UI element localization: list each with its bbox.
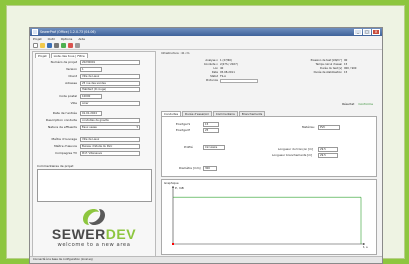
comment-textarea[interactable] bbox=[37, 169, 152, 202]
effluent-select[interactable]: Eaux usées bbox=[80, 125, 140, 130]
profile-select[interactable]: Circulaire bbox=[203, 145, 225, 150]
field-row: Numéro de projet 20230001 bbox=[33, 60, 155, 65]
field-label: Maître d'ouvrage bbox=[51, 137, 77, 141]
field-row: Client Ville de Lieux bbox=[33, 74, 155, 79]
analysis-info: Analyse n1 (27/60) Conduite n 2(27S / 202… bbox=[188, 59, 258, 83]
tab-liste[interactable]: Liste des tous | Filtre bbox=[50, 53, 88, 58]
delete-icon[interactable] bbox=[68, 43, 73, 48]
field-row: Adresse 25 rue des sondes bbox=[33, 81, 155, 86]
field-row: Habitant (R rouge) bbox=[33, 87, 155, 92]
project-number-input[interactable]: 20230001 bbox=[80, 60, 140, 65]
field-label: Client bbox=[68, 74, 77, 78]
field-row: Maître d'œuvre Bureau d'étude du Parc bbox=[33, 144, 155, 149]
field-label: Version bbox=[65, 67, 77, 71]
ecartgal-e-label: Ecartgal E bbox=[176, 128, 191, 132]
settings-icon[interactable] bbox=[75, 43, 80, 48]
version-input[interactable]: 1 bbox=[80, 67, 102, 72]
maximize-button[interactable]: □ bbox=[363, 29, 371, 35]
material-select[interactable]: PVC bbox=[318, 125, 340, 130]
field-row: Version 1 bbox=[33, 67, 155, 72]
param-panel: Ecartgal S 15 Ecartgal E 25 Profilé Circ… bbox=[161, 116, 377, 177]
field-row: Compagnie TV Prof. Villeneuve bbox=[33, 151, 155, 156]
comment-label: Commentaires de projet bbox=[37, 164, 74, 168]
field-label: Description conduite bbox=[45, 118, 77, 122]
graph-panel: Graphique P, mB t, s bbox=[161, 179, 377, 255]
brand-name: SEWERDEV bbox=[51, 226, 137, 242]
ecartgal-e-input[interactable]: 25 bbox=[203, 128, 219, 133]
brand-tagline: welcome to a new area bbox=[57, 242, 131, 248]
infra-label: Infrastructure : 41 cm bbox=[161, 52, 190, 55]
new-icon[interactable] bbox=[33, 43, 38, 48]
y-axis-arrow bbox=[172, 186, 174, 188]
field-row: Maître d'ouvrage Ville de Lieux bbox=[33, 137, 155, 142]
field-label: Ville bbox=[70, 101, 77, 105]
protocol-input[interactable] bbox=[220, 79, 258, 83]
city-input[interactable]: Acier bbox=[80, 101, 140, 106]
field-label: Code postal bbox=[59, 94, 77, 98]
date-input[interactable]: 01.01.2024 bbox=[80, 111, 102, 116]
ecartgal-s-input[interactable]: 15 bbox=[203, 122, 219, 127]
tv-company-input[interactable]: Prof. Villeneuve bbox=[80, 151, 140, 156]
field-label: Numéro de projet bbox=[50, 60, 77, 64]
sewerdev-logo: SEWERDEV welcome to a new area bbox=[33, 207, 155, 252]
field-label: Compagnie TV bbox=[55, 151, 77, 155]
app-window: SewerProf (Office) 1.2.0.73 (04.06) _ □ … bbox=[29, 27, 383, 264]
postal-code-input[interactable]: 10000 bbox=[80, 94, 102, 99]
field-label: Adresse bbox=[65, 81, 77, 85]
client-input[interactable]: Ville de Lieux bbox=[80, 74, 140, 79]
field-row: Nature de effluents Eaux usées bbox=[33, 125, 155, 130]
save-icon[interactable] bbox=[47, 43, 52, 48]
print-icon[interactable] bbox=[54, 43, 59, 48]
result: Résultat Conforme bbox=[342, 102, 373, 106]
window-title: SewerProf (Office) 1.2.0.73 (04.06) bbox=[40, 30, 96, 34]
ecartgal-s-label: Ecartgal S bbox=[176, 122, 191, 126]
length2-input[interactable]: 29.5 bbox=[318, 153, 338, 158]
length1-input[interactable]: 29.5 bbox=[318, 147, 338, 152]
toolbar bbox=[30, 42, 382, 50]
address-input[interactable]: 25 rue des sondes bbox=[80, 81, 140, 86]
tab-projet[interactable]: Projet bbox=[35, 53, 50, 58]
close-button[interactable]: × bbox=[372, 29, 380, 35]
minimize-button[interactable]: _ bbox=[354, 29, 362, 35]
pressure-chart: P, mB t, s bbox=[172, 186, 368, 249]
contractor-input[interactable]: Bureau d'étude du Parc bbox=[80, 144, 140, 149]
app-icon bbox=[32, 29, 38, 35]
owner-input[interactable]: Ville de Lieux bbox=[80, 137, 140, 142]
project-panel: Projet Liste des tous | Filtre Numéro de… bbox=[32, 51, 156, 257]
test-info: Pression de test [kN/m²] 90 Temps calcul … bbox=[310, 59, 357, 74]
field-label: Maître d'œuvre bbox=[54, 144, 77, 148]
field-row: Code postal 10000 bbox=[33, 94, 155, 99]
diameter-input[interactable]: 300 bbox=[203, 166, 217, 171]
open-icon[interactable] bbox=[40, 43, 45, 48]
field-label: Date de l'entrée bbox=[52, 111, 77, 115]
field-row: Ville Acier bbox=[33, 101, 155, 106]
analysis-area: Infrastructure : 41 cm Analyse n1 (27/60… bbox=[158, 51, 379, 255]
result-label: Résultat bbox=[342, 102, 355, 106]
x-axis-label: t, s bbox=[363, 245, 368, 249]
origin-marker bbox=[172, 243, 174, 245]
material-label: Matériau bbox=[302, 125, 315, 129]
address2-input[interactable]: Habitant (R rouge) bbox=[80, 87, 140, 92]
title-bar: SewerProf (Office) 1.2.0.73 (04.06) _ □ … bbox=[30, 28, 382, 36]
length1-label: Longueur du tronçon [m] bbox=[278, 147, 313, 151]
profile-label: Profilé bbox=[184, 145, 193, 149]
field-row: Date de l'entrée 01.01.2024 bbox=[33, 111, 155, 116]
calc-icon[interactable] bbox=[61, 43, 66, 48]
result-value: Conforme bbox=[358, 102, 373, 106]
description-input[interactable]: conduites de gravité bbox=[80, 118, 140, 123]
field-label: Nature de effluents bbox=[48, 125, 77, 129]
field-row: Description conduite conduites de gravit… bbox=[33, 118, 155, 123]
y-axis-label: P, mB bbox=[175, 186, 184, 190]
length2-label: Longueur branchements [m] bbox=[272, 153, 313, 157]
logo-mark-icon bbox=[83, 209, 105, 225]
diameter-label: Diamètre [mm] bbox=[179, 166, 201, 170]
